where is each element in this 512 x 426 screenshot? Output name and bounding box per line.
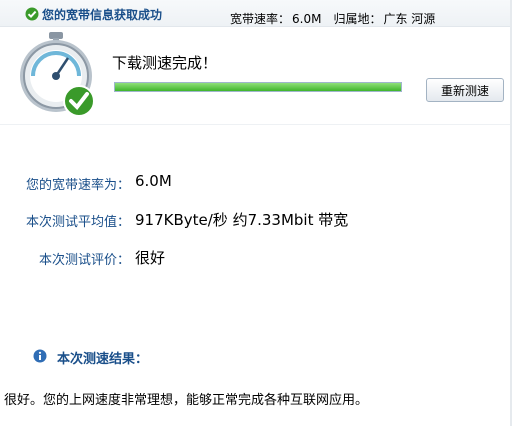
progress-fill	[115, 83, 401, 91]
speed-value: 6.0M	[292, 12, 322, 26]
result-row-speed: 您的宽带速率为：	[0, 172, 130, 194]
result-value-average: 917KByte/秒 约7.33Mbit 带宽	[135, 209, 505, 231]
result-row-average: 本次测试平均值：	[0, 209, 130, 231]
summary-title: 本次测速结果：	[57, 352, 149, 367]
progress-bar	[114, 82, 402, 92]
divider	[0, 124, 510, 125]
stopwatch-gauge-icon	[20, 32, 95, 116]
result-value: 6.0M	[135, 172, 172, 190]
status-bar: 您的宽带信息获取成功 宽带速率： 6.0M 归属地： 广东 河源	[0, 0, 510, 27]
speed-label: 宽带速率：	[230, 12, 291, 26]
result-value: 917KByte/秒 约7.33Mbit 带宽	[135, 211, 349, 229]
result-label: 您的宽带速率为：	[25, 178, 130, 193]
result-label: 本次测试平均值：	[25, 215, 130, 230]
result-row-rating: 本次测试评价：	[0, 247, 130, 269]
top-info: 宽带速率： 6.0M 归属地： 广东 河源	[230, 10, 437, 27]
info-icon	[33, 349, 47, 363]
check-circle-icon	[25, 7, 39, 21]
result-value-rating: 很好	[135, 247, 495, 269]
download-complete-title: 下载测速完成！	[112, 54, 218, 72]
result-label: 本次测试评价：	[38, 253, 130, 268]
status-text: 您的宽带信息获取成功	[42, 8, 163, 22]
retest-button[interactable]: 重新测速	[426, 78, 504, 102]
result-value-speed: 6.0M	[135, 172, 495, 194]
location-label: 归属地：	[333, 12, 382, 26]
location-value: 广东 河源	[383, 12, 436, 26]
result-value: 很好	[135, 249, 166, 267]
summary-text: 很好。您的上网速度非常理想，能够正常完成各种互联网应用。	[4, 393, 369, 408]
